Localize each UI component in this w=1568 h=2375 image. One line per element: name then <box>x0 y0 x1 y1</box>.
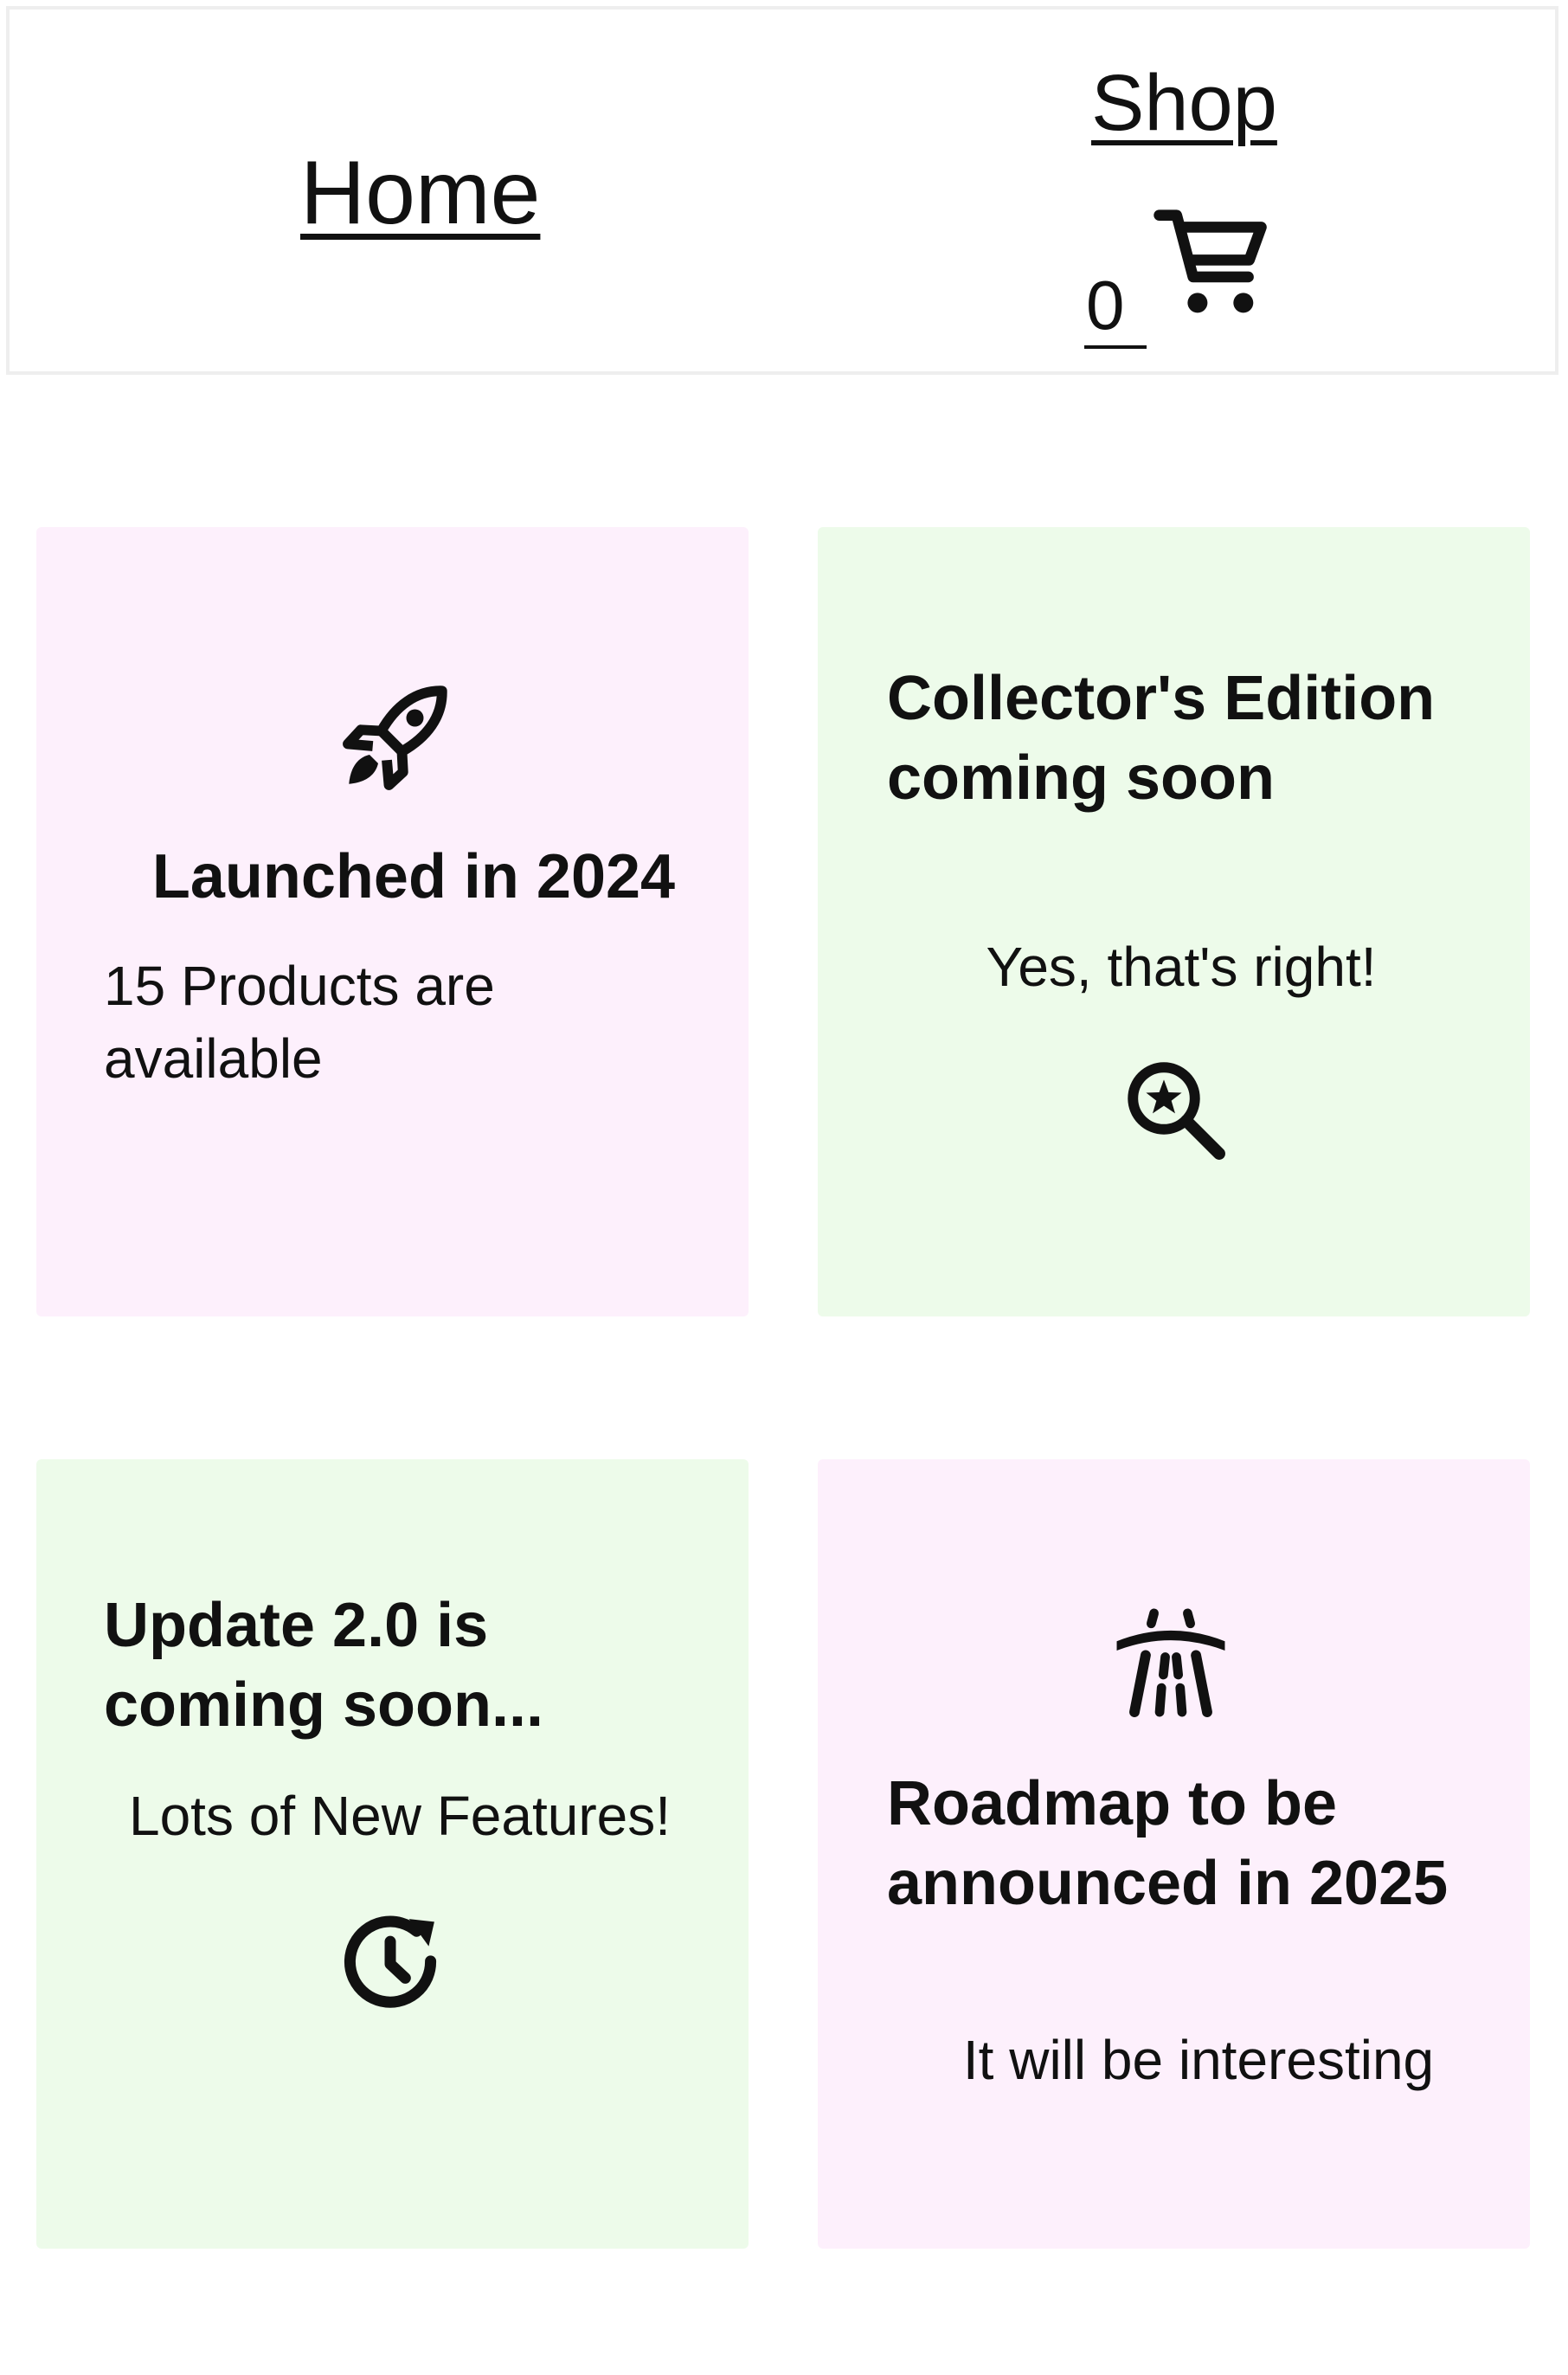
update-clock-icon <box>344 1915 437 2008</box>
card-title: Update 2.0 is coming soon... <box>104 1591 544 1740</box>
cart-link[interactable]: 0 <box>1084 202 1275 357</box>
search-star-icon <box>1128 1062 1225 1160</box>
card-launched: Launched in 2024 15 Products are availab… <box>36 527 749 1316</box>
shopping-cart-icon <box>1154 209 1267 313</box>
card-text: It will be interesting <box>962 2029 1435 2091</box>
rocket-icon <box>343 685 447 790</box>
card-title: Roadmap to be announced in 2025 <box>887 1769 1449 1918</box>
cart-count-underline <box>1084 345 1147 349</box>
card-title: Launched in 2024 <box>151 842 676 911</box>
road-icon <box>1116 1608 1225 1717</box>
page: Home Shop 0 Launched in 2024 15 Products… <box>0 0 1568 2375</box>
card-text: Lots of New Features! <box>128 1785 672 1847</box>
nav-shop-link[interactable]: Shop <box>1091 63 1277 143</box>
card-update: Update 2.0 is coming soon... Lots of New… <box>36 1459 749 2249</box>
nav-home-link[interactable]: Home <box>300 148 540 238</box>
card-text: Yes, that's right! <box>986 936 1377 998</box>
card-collectors-edition: Collector's Edition coming soon Yes, tha… <box>818 527 1530 1316</box>
card-title: Collector's Edition coming soon <box>887 664 1436 813</box>
top-navbar: Home Shop 0 <box>6 6 1558 375</box>
card-text: 15 Products are available <box>104 955 495 1090</box>
card-roadmap: Roadmap to be announced in 2025 It will … <box>818 1459 1530 2249</box>
cart-count: 0 <box>1086 267 1125 344</box>
